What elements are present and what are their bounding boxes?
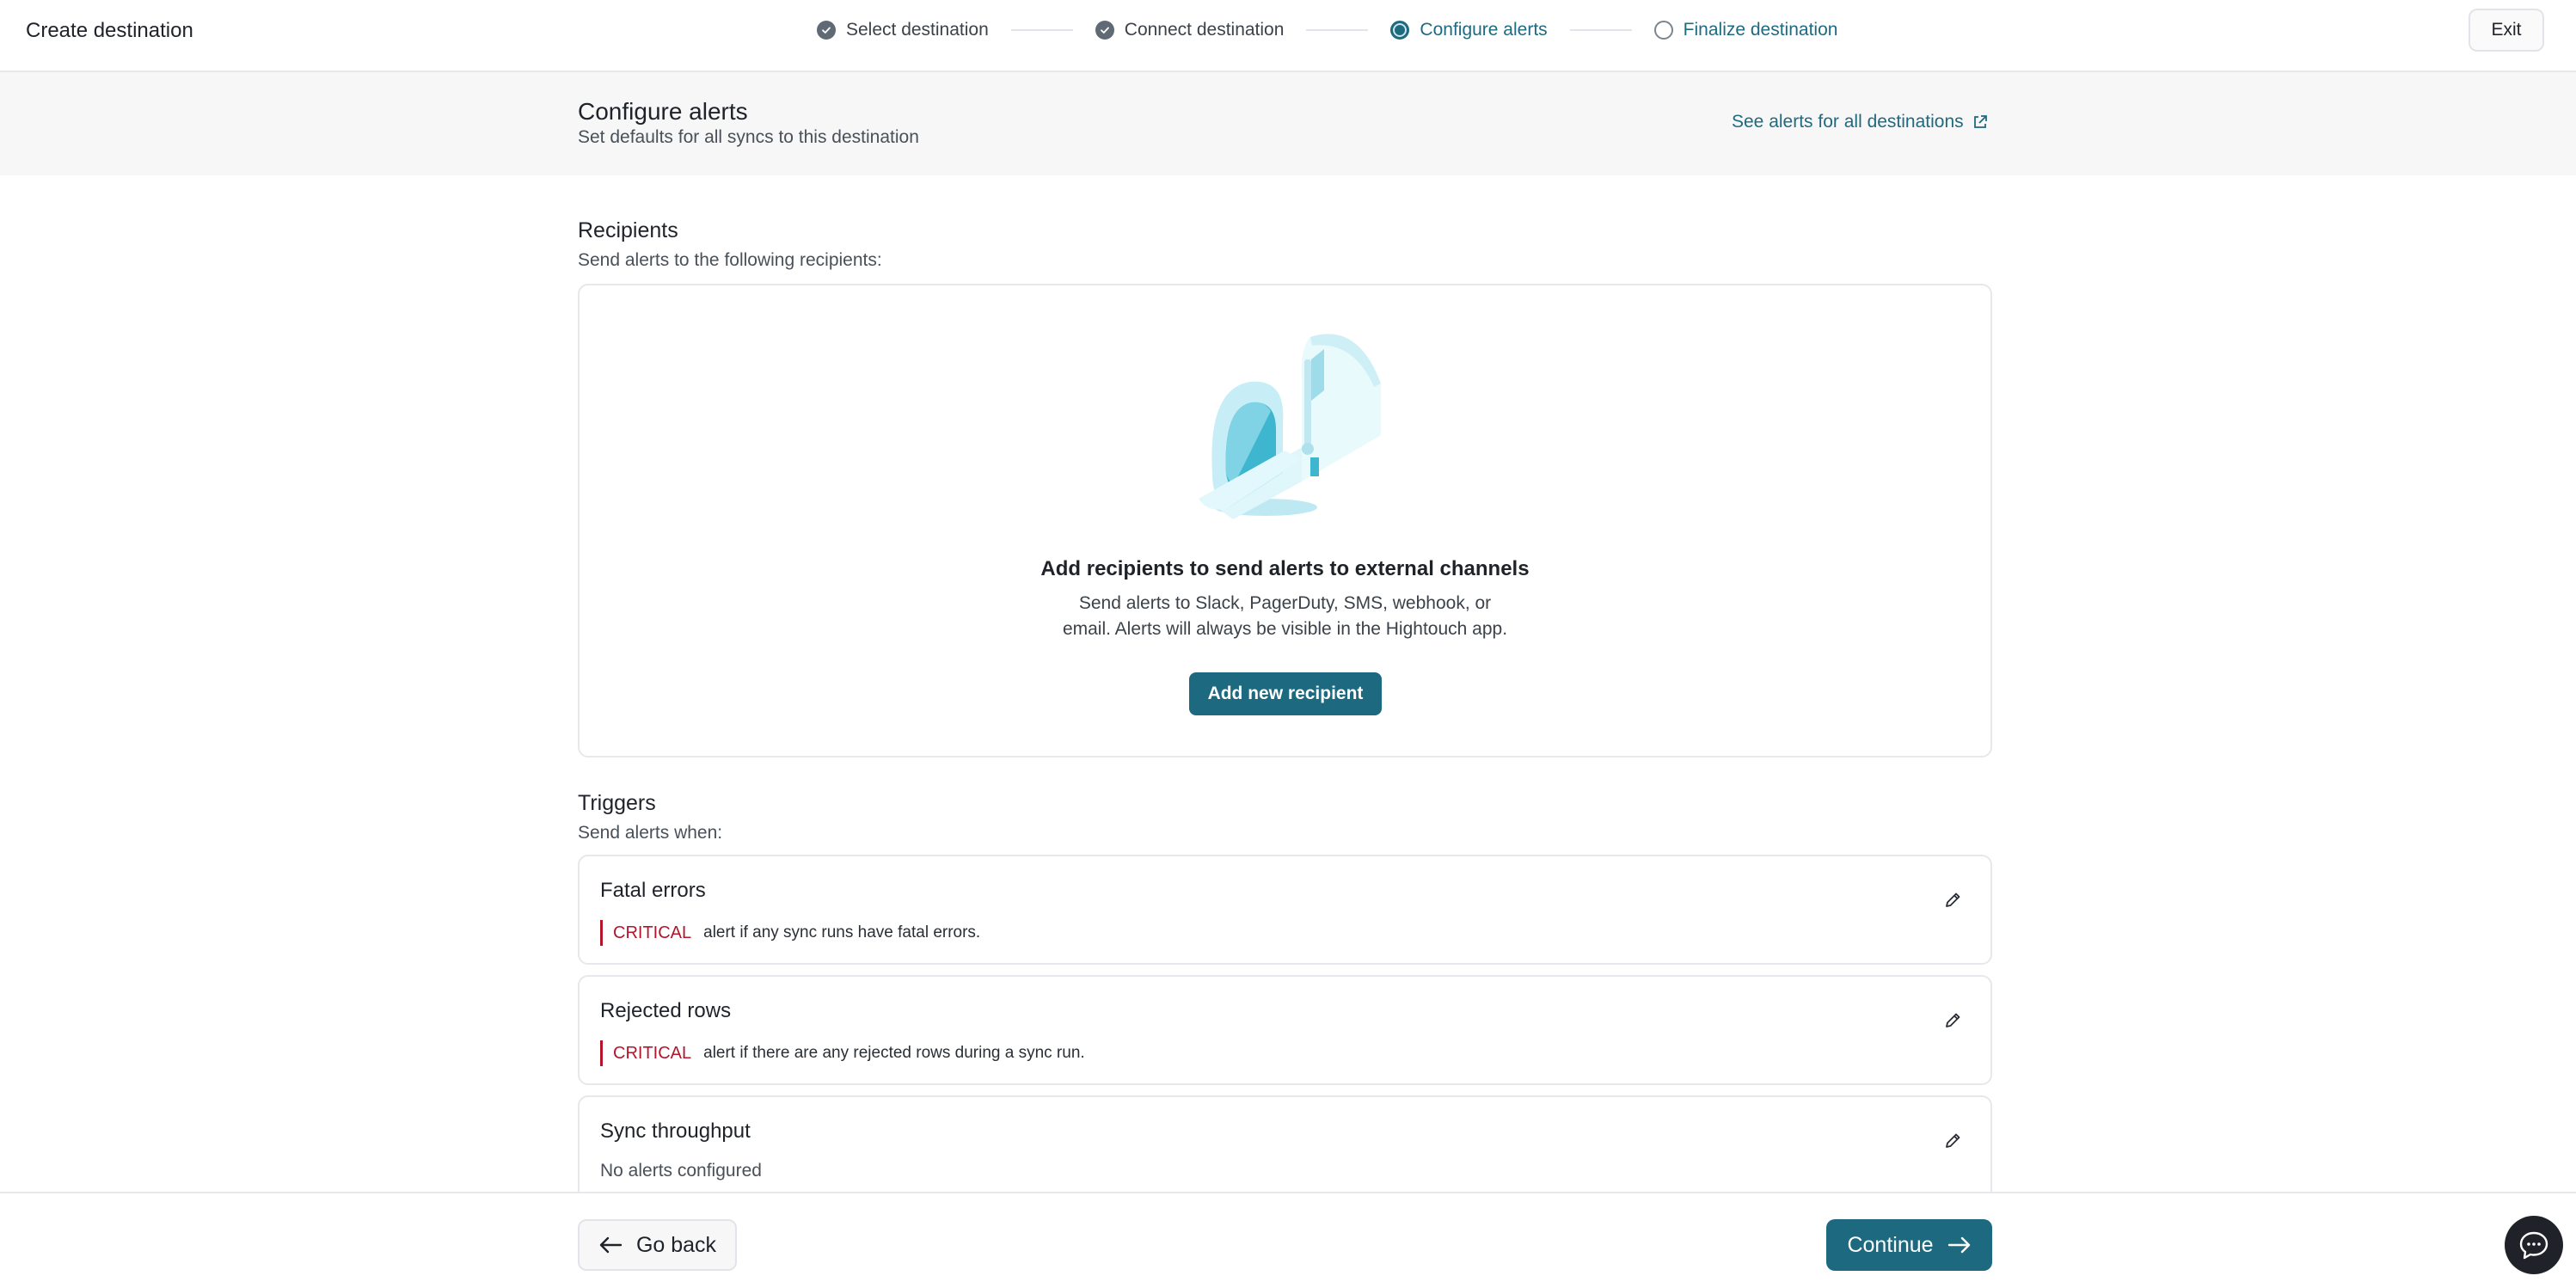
chat-support-button[interactable] (2505, 1216, 2563, 1274)
arrow-left-icon (599, 1236, 623, 1254)
step-label: Connect destination (1124, 20, 1285, 40)
trigger-fatal-errors: Fatal errors CRITICAL alert if any sync … (578, 855, 1992, 965)
step-connector (1010, 29, 1073, 31)
step-label: Finalize destination (1683, 20, 1838, 40)
edit-trigger-button[interactable] (1938, 1126, 1967, 1156)
severity-indicator (600, 1040, 603, 1066)
edit-trigger-button[interactable] (1938, 1006, 1967, 1035)
severity-indicator (600, 920, 603, 946)
check-icon (817, 21, 836, 40)
continue-label: Continue (1847, 1232, 1934, 1257)
app-title: Create destination (26, 19, 193, 42)
empty-state-line: email. Alerts will always be visible in … (1062, 619, 1508, 639)
trigger-name: Rejected rows (600, 999, 732, 1022)
step-connector (1306, 29, 1369, 31)
external-link-icon (1973, 115, 1987, 128)
page-title: Configure alerts (578, 98, 748, 125)
footer-bar: Go back Continue (0, 1192, 2576, 1288)
go-back-label: Go back (635, 1232, 717, 1257)
go-back-button[interactable]: Go back (578, 1219, 737, 1271)
see-alerts-label: See alerts for all destinations (1732, 112, 1964, 132)
empty-state-title: Add recipients to send alerts to externa… (1040, 557, 1530, 580)
page-header: Configure alerts Set defaults for all sy… (0, 72, 2576, 175)
step-label: Select destination (846, 20, 989, 40)
stepper: Select destination Connect destination C… (817, 16, 1837, 44)
trigger-rejected-rows: Rejected rows CRITICAL alert if there ar… (578, 975, 1992, 1085)
trigger-description: alert if there are any rejected rows dur… (703, 1044, 1085, 1062)
step-configure-alerts[interactable]: Configure alerts (1390, 20, 1548, 40)
trigger-name: Fatal errors (600, 879, 706, 902)
chat-bubble-icon (2519, 1231, 2548, 1260)
triggers-subtitle: Send alerts when: (578, 823, 723, 843)
pencil-icon (1946, 1013, 1960, 1027)
step-label: Configure alerts (1420, 20, 1548, 40)
pencil-icon (1946, 1133, 1960, 1148)
recipients-title: Recipients (578, 218, 678, 242)
severity-label: CRITICAL (613, 923, 692, 942)
recipients-empty-state: Add recipients to send alerts to externa… (578, 284, 1992, 757)
empty-state-description: Send alerts to Slack, PagerDuty, SMS, we… (580, 591, 1990, 642)
pending-step-icon (1653, 21, 1673, 40)
continue-button[interactable]: Continue (1826, 1219, 1992, 1271)
exit-button[interactable]: Exit (2469, 9, 2544, 52)
edit-trigger-button[interactable] (1938, 886, 1967, 915)
mailbox-illustration (1199, 334, 1381, 519)
trigger-alert: CRITICAL alert if there are any rejected… (600, 1040, 1085, 1066)
trigger-status: No alerts configured (600, 1161, 762, 1181)
recipients-subtitle: Send alerts to the following recipients: (578, 250, 882, 270)
page-subtitle: Set defaults for all syncs to this desti… (578, 127, 919, 147)
step-select-destination[interactable]: Select destination (817, 20, 989, 40)
current-step-icon (1390, 21, 1410, 40)
add-new-recipient-button[interactable]: Add new recipient (1189, 672, 1382, 715)
step-connect-destination[interactable]: Connect destination (1095, 20, 1285, 40)
trigger-description: alert if any sync runs have fatal errors… (703, 923, 981, 941)
step-finalize-destination[interactable]: Finalize destination (1653, 20, 1838, 40)
empty-state-line: Send alerts to Slack, PagerDuty, SMS, we… (1078, 593, 1492, 613)
trigger-sync-throughput: Sync throughput No alerts configured (578, 1095, 1992, 1205)
severity-label: CRITICAL (613, 1043, 692, 1063)
step-connector (1569, 29, 1632, 31)
pencil-icon (1946, 892, 1960, 907)
trigger-name: Sync throughput (600, 1119, 751, 1143)
top-bar: Create destination Select destination Co… (0, 0, 2576, 72)
arrow-right-icon (1947, 1236, 1970, 1254)
see-alerts-link[interactable]: See alerts for all destinations (1732, 112, 1988, 132)
check-icon (1095, 21, 1114, 40)
trigger-alert: CRITICAL alert if any sync runs have fat… (600, 920, 980, 946)
triggers-title: Triggers (578, 791, 656, 815)
